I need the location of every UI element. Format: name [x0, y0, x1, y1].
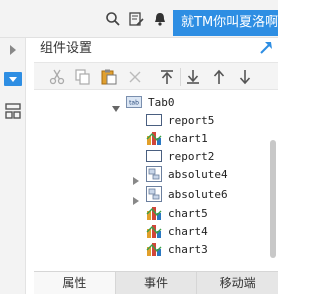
copy-icon[interactable] [74, 68, 92, 86]
expand-arrow-icon[interactable] [0, 42, 26, 58]
user-account-button[interactable]: 就TM你叫夏洛啊 [173, 10, 278, 36]
tree-node-report2[interactable]: report2 [146, 147, 214, 165]
left-rail [0, 38, 26, 294]
tree-node-label: absolute4 [168, 167, 228, 181]
component-toolbar [34, 62, 278, 90]
tree-node-label: chart3 [168, 242, 208, 256]
bell-icon[interactable] [152, 11, 168, 27]
tree-node-chart3[interactable]: chart3 [146, 240, 208, 258]
tree-node-absolute4[interactable]: absolute4 [146, 165, 228, 183]
move-up-icon[interactable] [210, 68, 228, 86]
toolbar-divider [180, 68, 181, 86]
tree-node-chart4[interactable]: chart4 [146, 222, 208, 240]
expand-arrow-icon[interactable] [132, 190, 140, 205]
report-icon [146, 112, 162, 128]
move-down-icon[interactable] [236, 68, 254, 86]
move-bottom-icon[interactable] [184, 68, 202, 86]
absolute-layout-icon [146, 166, 162, 182]
layout-icon[interactable] [0, 102, 26, 120]
tree-node-label: Tab0 [148, 95, 175, 109]
bottom-tab-bar: 属性 事件 移动端 [34, 271, 279, 294]
component-settings-rail-button[interactable] [0, 70, 26, 88]
pin-icon[interactable] [258, 40, 274, 56]
edit-document-icon[interactable] [128, 11, 144, 27]
tree-node-label: report5 [168, 113, 215, 127]
tree-node-label: chart5 [168, 206, 208, 220]
chart-icon [146, 223, 162, 239]
report-icon [146, 148, 162, 164]
cut-icon[interactable] [48, 68, 66, 86]
delete-icon[interactable] [126, 68, 144, 86]
svg-text:tab: tab [129, 100, 139, 107]
paste-icon[interactable] [100, 68, 118, 86]
panel-title: 组件设置 [40, 41, 93, 56]
top-bar: 就TM你叫夏洛啊 [0, 0, 278, 38]
tab-events[interactable]: 事件 [115, 272, 198, 294]
tab-mobile[interactable]: 移动端 [197, 272, 279, 294]
chart-icon [146, 130, 162, 146]
tree-root-tab0[interactable]: tab Tab0 [126, 93, 175, 111]
move-top-icon[interactable] [158, 68, 176, 86]
tree-node-label: chart1 [168, 131, 208, 145]
chart-icon [146, 205, 162, 221]
expand-arrow-icon[interactable] [132, 170, 140, 185]
component-tree: tab Tab0 report5 chart1 report2 absolute… [34, 92, 268, 268]
collapse-arrow-icon[interactable] [112, 98, 120, 112]
tree-node-chart1[interactable]: chart1 [146, 129, 208, 147]
absolute-layout-icon [146, 186, 162, 202]
tree-scrollbar-thumb[interactable] [270, 140, 276, 258]
search-icon[interactable] [105, 11, 121, 27]
tree-node-chart5[interactable]: chart5 [146, 204, 208, 222]
tree-node-report5[interactable]: report5 [146, 111, 214, 129]
chart-icon [146, 241, 162, 257]
tree-node-absolute6[interactable]: absolute6 [146, 185, 228, 203]
tab-properties[interactable]: 属性 [34, 272, 116, 294]
tab-icon: tab [126, 94, 142, 110]
tree-node-label: report2 [168, 149, 215, 163]
tree-node-label: absolute6 [168, 187, 228, 201]
tree-node-label: chart4 [168, 224, 208, 238]
